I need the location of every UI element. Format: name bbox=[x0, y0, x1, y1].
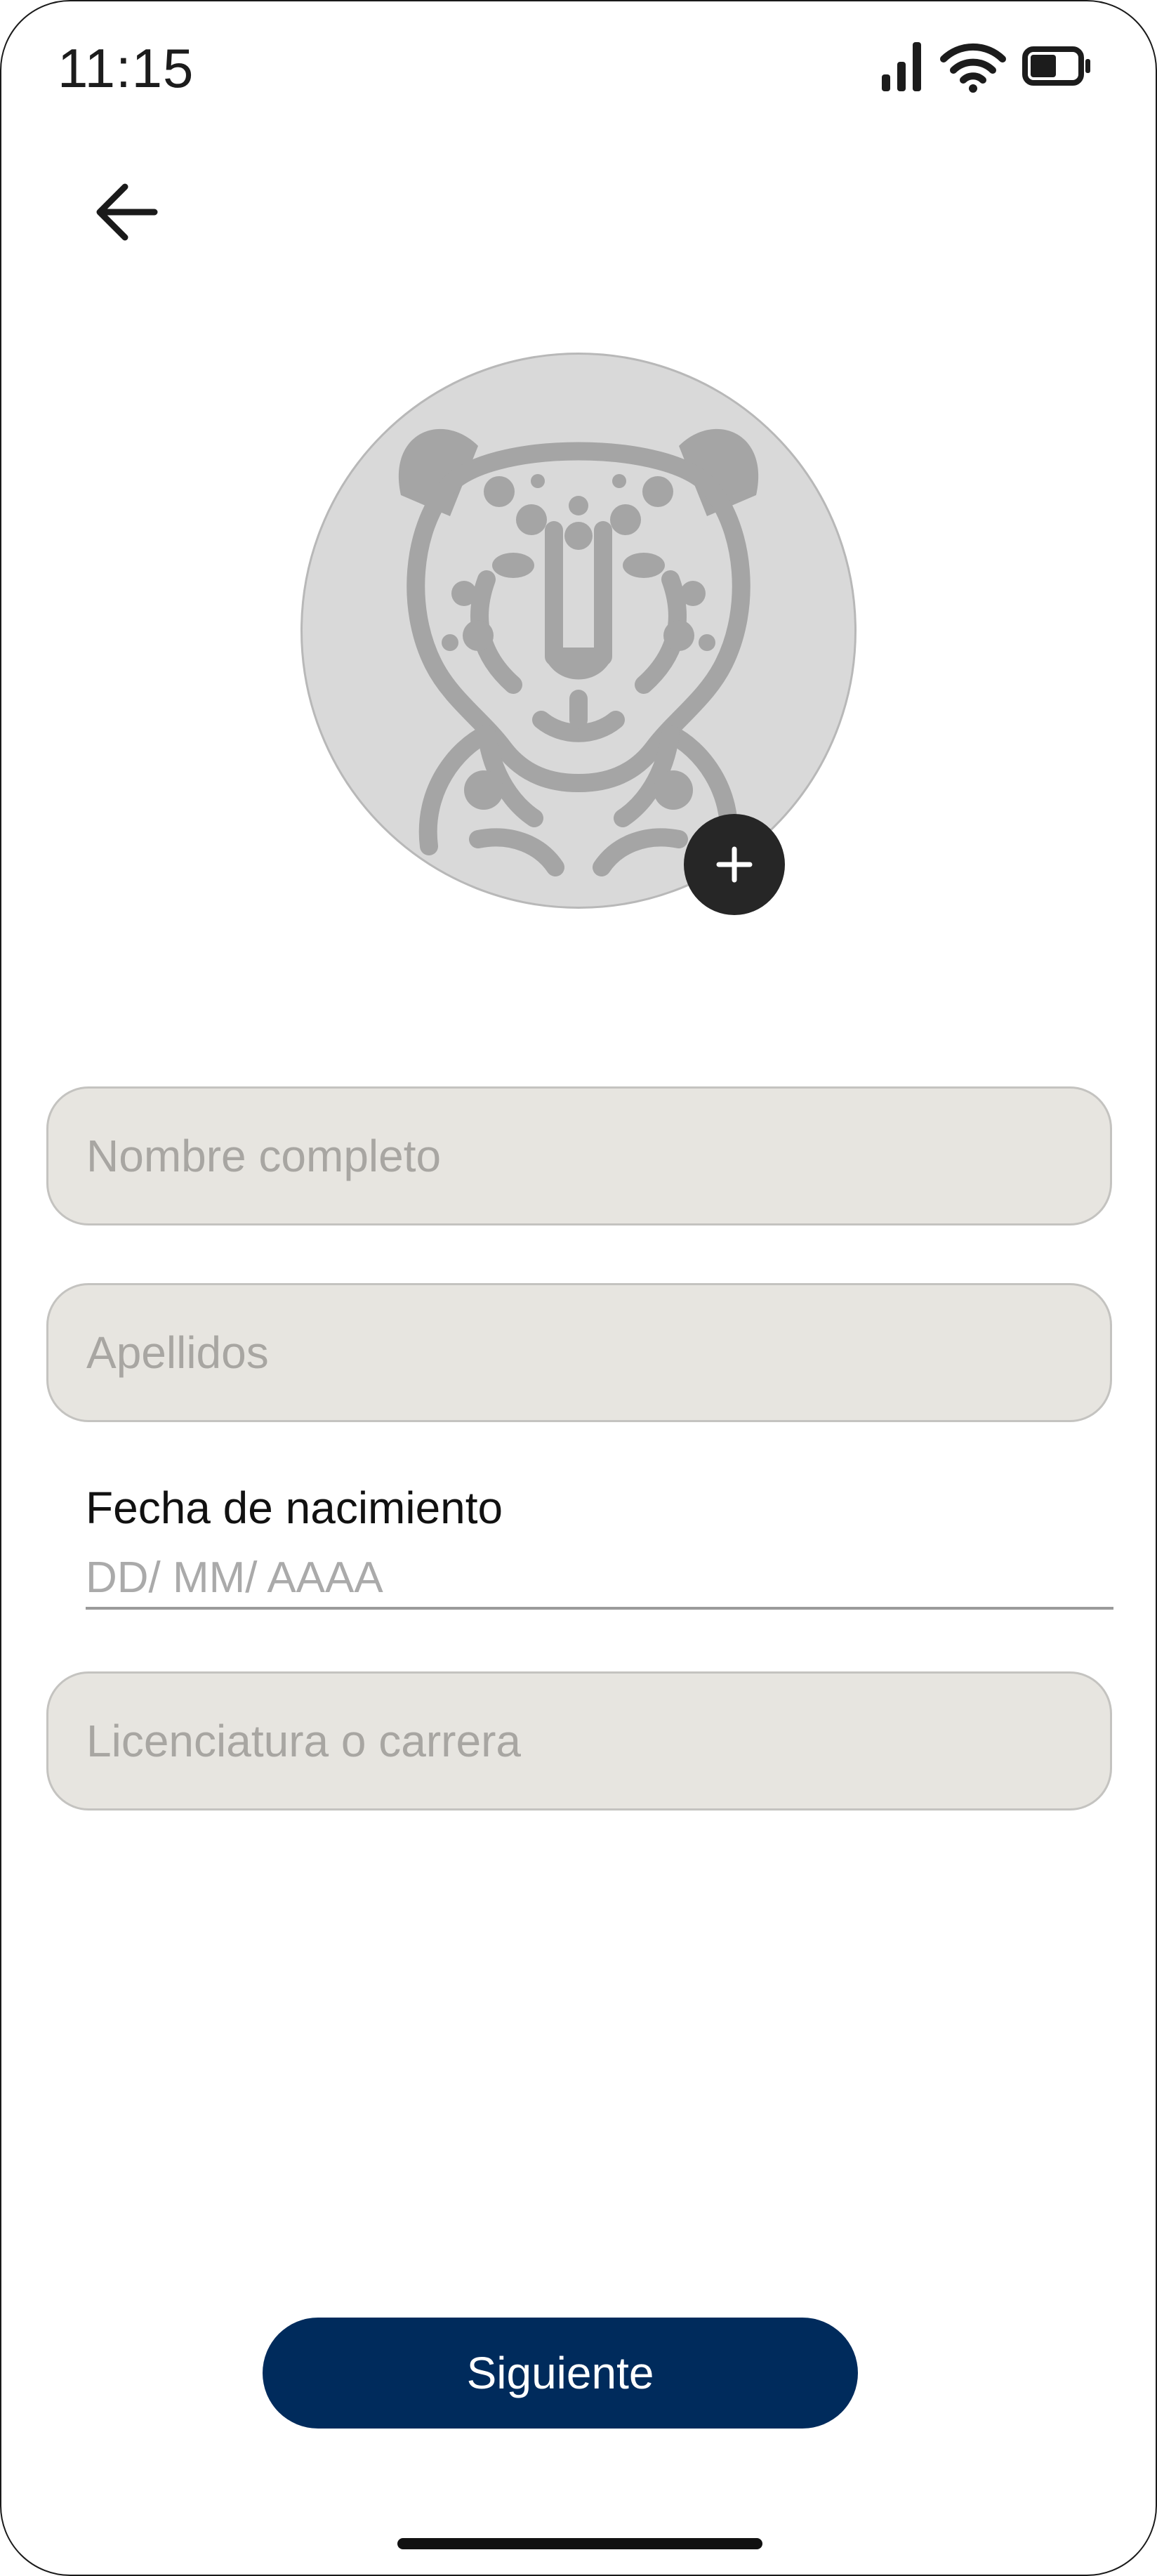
degree-field[interactable] bbox=[46, 1671, 1112, 1811]
wifi-icon bbox=[940, 43, 1006, 93]
next-button[interactable]: Siguiente bbox=[263, 2318, 858, 2429]
battery-icon bbox=[1022, 46, 1090, 86]
status-time: 11:15 bbox=[58, 37, 194, 99]
arrow-left-icon bbox=[96, 183, 158, 241]
plus-icon bbox=[716, 846, 753, 883]
last-names-input[interactable] bbox=[85, 1326, 1073, 1379]
profile-avatar[interactable] bbox=[300, 353, 857, 909]
phone-screen: 11:15 Nombre completo Apellidos Fecha de… bbox=[0, 0, 1157, 2576]
birth-date-input[interactable] bbox=[86, 1548, 1113, 1610]
cheetah-avatar-icon bbox=[398, 428, 759, 876]
status-icons bbox=[880, 38, 1092, 94]
home-indicator[interactable] bbox=[397, 2538, 762, 2549]
full-name-input[interactable] bbox=[85, 1129, 1073, 1183]
back-button[interactable] bbox=[84, 170, 168, 254]
last-names-field[interactable] bbox=[46, 1283, 1112, 1422]
add-photo-button[interactable] bbox=[684, 814, 785, 915]
birth-date-label: Fecha de nacimiento bbox=[86, 1483, 503, 1533]
degree-input[interactable] bbox=[85, 1714, 1073, 1768]
full-name-field[interactable] bbox=[46, 1086, 1112, 1225]
cellular-signal-icon bbox=[882, 42, 921, 91]
